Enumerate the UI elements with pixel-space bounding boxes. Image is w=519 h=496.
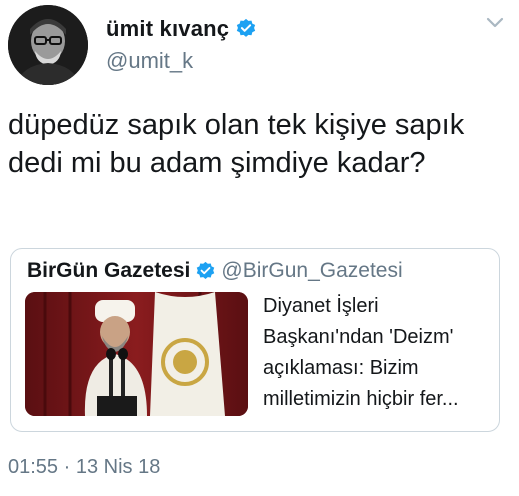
verified-badge-icon	[195, 261, 216, 282]
author-name[interactable]: ümit kıvanç	[106, 16, 229, 42]
author-name-row[interactable]: ümit kıvanç	[106, 16, 257, 42]
verified-badge-icon	[235, 18, 257, 40]
avatar[interactable]	[8, 5, 88, 85]
quoted-author-handle[interactable]: @BirGun_Gazetesi	[221, 259, 402, 283]
quoted-author-name[interactable]: BirGün Gazetesi	[27, 259, 190, 283]
quoted-author-row[interactable]: BirGün Gazetesi @BirGun_Gazetesi	[27, 259, 403, 283]
chevron-down-icon[interactable]	[485, 16, 505, 30]
quoted-tweet-card[interactable]: BirGün Gazetesi @BirGun_Gazetesi Diyanet…	[10, 248, 500, 432]
author-handle[interactable]: @umit_k	[106, 48, 193, 74]
quoted-tweet-image[interactable]	[25, 292, 248, 416]
quoted-tweet-text: Diyanet İşleri Başkanı'ndan 'Deizm' açık…	[263, 295, 459, 410]
tweet-text: düpedüz sapık olan tek kişiye sapık dedi…	[8, 109, 465, 179]
tweet-timestamp[interactable]: 01:55 · 13 Nis 18	[8, 456, 160, 479]
